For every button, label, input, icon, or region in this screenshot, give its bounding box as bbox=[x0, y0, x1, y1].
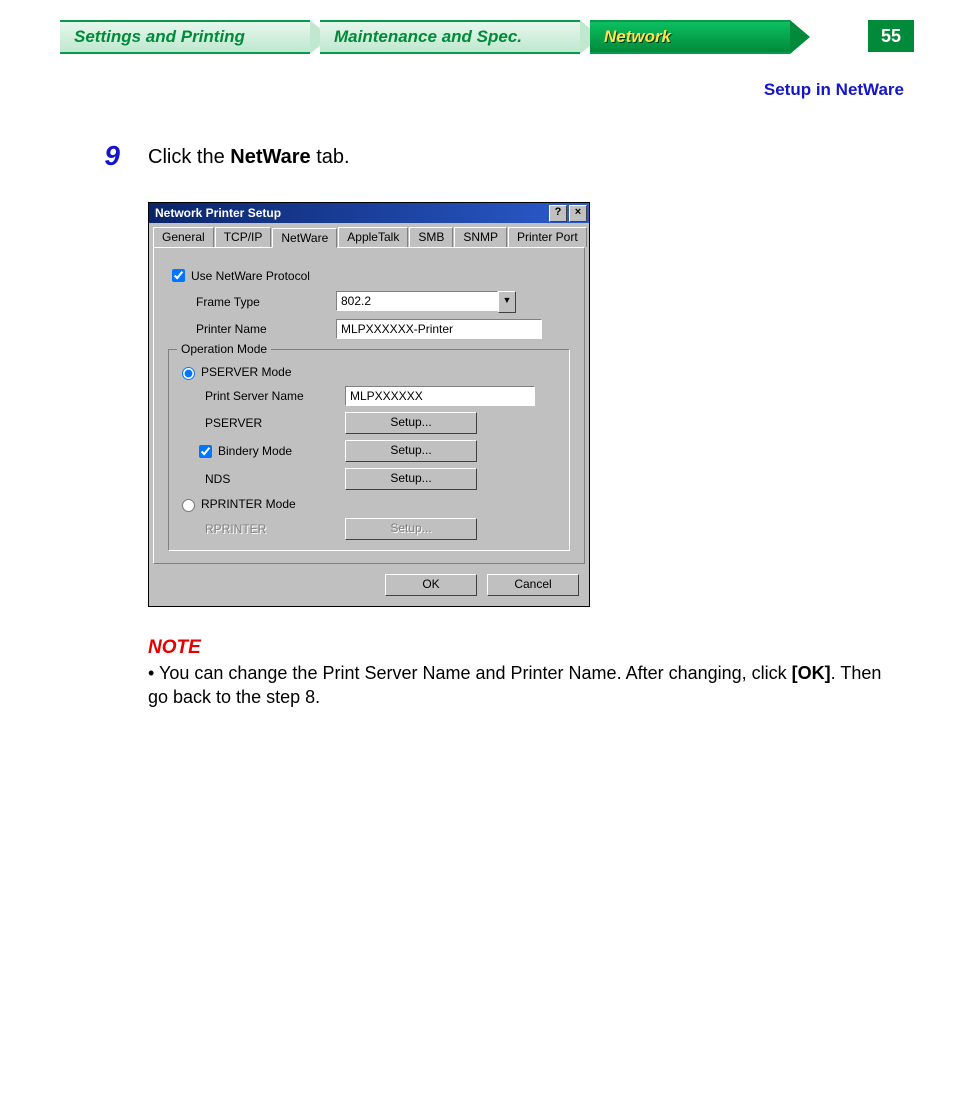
tab-printer-port[interactable]: Printer Port bbox=[508, 227, 587, 247]
step-bold: NetWare bbox=[230, 146, 310, 168]
rprinter-setup-button: Setup... bbox=[345, 518, 477, 540]
nds-setup-button[interactable]: Setup... bbox=[345, 468, 477, 490]
close-icon[interactable]: × bbox=[569, 205, 587, 222]
dialog-titlebar: Network Printer Setup ? × bbox=[149, 203, 589, 223]
rprinter-mode-label: RPRINTER Mode bbox=[201, 497, 296, 511]
netware-panel: Use NetWare Protocol Frame Type 802.2 ▼ … bbox=[153, 247, 585, 564]
print-server-name-field[interactable]: MLPXXXXXX bbox=[345, 386, 535, 406]
note-block: NOTE • You can change the Print Server N… bbox=[148, 637, 894, 710]
step-suffix: tab. bbox=[311, 146, 350, 168]
doc-header-tabs: Settings and Printing Maintenance and Sp… bbox=[60, 20, 914, 60]
tab-appletalk[interactable]: AppleTalk bbox=[338, 227, 408, 247]
step-text: Click the NetWare tab. bbox=[148, 140, 350, 172]
tab-tcpip[interactable]: TCP/IP bbox=[215, 227, 272, 247]
tab-netware[interactable]: NetWare bbox=[272, 228, 337, 248]
step-number: 9 bbox=[90, 140, 120, 172]
rprinter-mode-radio[interactable] bbox=[182, 499, 195, 512]
use-netware-label: Use NetWare Protocol bbox=[191, 269, 310, 283]
print-server-name-label: Print Server Name bbox=[177, 389, 345, 403]
chevron-down-icon[interactable]: ▼ bbox=[498, 291, 516, 313]
rprinter-row-label: RPRINTER bbox=[177, 522, 345, 536]
bindery-mode-label: Bindery Mode bbox=[218, 444, 292, 458]
header-tab-settings[interactable]: Settings and Printing bbox=[60, 20, 310, 54]
cancel-button[interactable]: Cancel bbox=[487, 574, 579, 596]
note-label: NOTE bbox=[148, 637, 894, 659]
dialog-tabstrip: General TCP/IP NetWare AppleTalk SMB SNM… bbox=[149, 223, 589, 247]
bindery-setup-button[interactable]: Setup... bbox=[345, 440, 477, 462]
header-tab-network[interactable]: Network bbox=[590, 20, 790, 54]
ok-button[interactable]: OK bbox=[385, 574, 477, 596]
help-icon[interactable]: ? bbox=[549, 205, 567, 222]
frame-type-combo[interactable]: 802.2 ▼ bbox=[336, 291, 516, 313]
step-row: 9 Click the NetWare tab. bbox=[90, 140, 894, 172]
pserver-mode-label: PSERVER Mode bbox=[201, 365, 292, 379]
pserver-row-label: PSERVER bbox=[177, 416, 345, 430]
operation-mode-group: Operation Mode PSERVER Mode Print Server… bbox=[168, 349, 570, 551]
step-prefix: Click the bbox=[148, 146, 230, 168]
frame-type-value: 802.2 bbox=[336, 291, 498, 311]
tab-general[interactable]: General bbox=[153, 227, 214, 247]
pserver-mode-radio[interactable] bbox=[182, 367, 195, 380]
use-netware-checkbox[interactable] bbox=[172, 269, 185, 282]
note-prefix: • You can change the Print Server Name a… bbox=[148, 663, 792, 683]
pserver-setup-button[interactable]: Setup... bbox=[345, 412, 477, 434]
printer-name-label: Printer Name bbox=[168, 322, 336, 336]
operation-mode-label: Operation Mode bbox=[177, 342, 271, 356]
note-bold: [OK] bbox=[792, 663, 831, 683]
page-number: 55 bbox=[868, 20, 914, 52]
tab-smb[interactable]: SMB bbox=[409, 227, 453, 247]
dialog-title: Network Printer Setup bbox=[155, 206, 281, 220]
frame-type-label: Frame Type bbox=[168, 295, 336, 309]
tab-snmp[interactable]: SNMP bbox=[454, 227, 507, 247]
nds-label: NDS bbox=[177, 472, 345, 486]
section-heading-link[interactable]: Setup in NetWare bbox=[0, 80, 904, 100]
note-body: • You can change the Print Server Name a… bbox=[148, 661, 894, 710]
bindery-mode-checkbox[interactable] bbox=[199, 445, 212, 458]
printer-name-field[interactable]: MLPXXXXXX-Printer bbox=[336, 319, 542, 339]
header-tab-maintenance[interactable]: Maintenance and Spec. bbox=[320, 20, 580, 54]
network-printer-setup-dialog: Network Printer Setup ? × General TCP/IP… bbox=[148, 202, 590, 607]
